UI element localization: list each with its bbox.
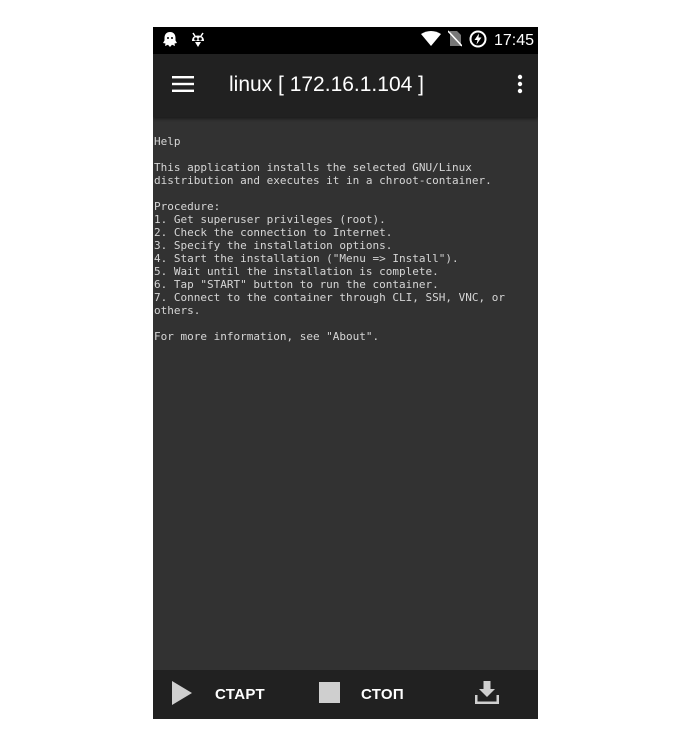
app-title: linux [ 172.16.1.104 ]	[229, 73, 424, 96]
start-button-label: СТАРТ	[215, 686, 265, 703]
play-icon	[171, 680, 193, 709]
status-bar-system: 17:45	[420, 29, 534, 52]
stop-button[interactable]: СТОП	[319, 670, 404, 719]
app-bar: linux [ 172.16.1.104 ]	[153, 54, 538, 117]
status-bar: 17:45	[153, 27, 538, 54]
navigation-menu-button[interactable]	[163, 66, 203, 106]
hamburger-menu-icon	[172, 76, 194, 96]
ghost-icon	[161, 31, 179, 53]
status-time: 17:45	[493, 32, 534, 49]
console-text: Help This application installs the selec…	[154, 135, 505, 343]
console-output-area[interactable]: Help This application installs the selec…	[153, 117, 538, 670]
download-icon	[474, 680, 500, 709]
status-bar-notifications	[161, 31, 207, 53]
data-saver-icon	[469, 30, 487, 52]
stop-icon	[319, 682, 340, 707]
wifi-icon	[420, 30, 441, 51]
phone-screen: 17:45 linux [ 172.16.1.104 ] Help This a…	[153, 27, 538, 719]
more-vert-icon	[517, 74, 523, 98]
install-button[interactable]	[474, 670, 500, 719]
bug-droid-icon	[189, 31, 207, 53]
start-button[interactable]: СТАРТ	[171, 670, 265, 719]
stop-button-label: СТОП	[361, 686, 404, 703]
no-sim-icon	[447, 30, 463, 51]
bottom-toolbar: СТАРТ СТОП	[153, 670, 538, 719]
overflow-menu-button[interactable]	[508, 66, 532, 106]
